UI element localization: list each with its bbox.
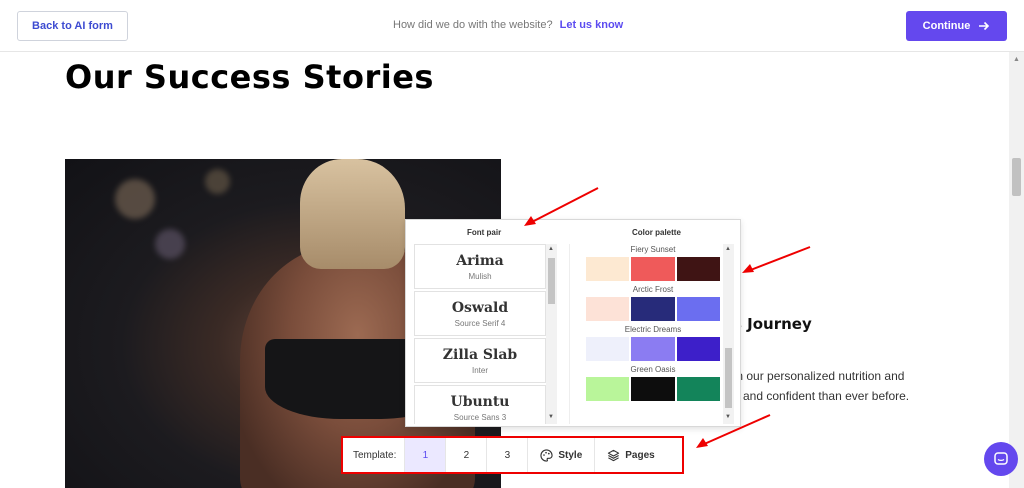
feedback-question: How did we do with the website? [393,19,553,31]
font-secondary-name: Source Serif 4 [454,318,506,328]
color-swatch [676,297,720,321]
style-button[interactable]: Style [527,438,594,472]
scroll-up-icon[interactable]: ▲ [725,246,731,252]
panel-divider [569,244,570,424]
palette-swatches [585,297,721,321]
annotation-arrow-color-palette [742,246,811,273]
font-list-scrollbar[interactable]: ▲ ▼ [546,244,557,424]
palette-name: Electric Dreams [624,325,682,334]
color-swatch [676,257,720,281]
style-label: Style [558,449,583,461]
template-1-button[interactable]: 1 [404,438,446,472]
pages-label: Pages [625,449,655,461]
annotation-arrow-toolbar [696,414,771,448]
template-toolbar: Template: 1 2 3 Style Pages [341,436,684,474]
font-pair-header: Font pair [467,228,502,237]
scroll-up-icon[interactable]: ▲ [1013,56,1020,63]
color-swatch [586,297,630,321]
let-us-know-link[interactable]: Let us know [560,19,624,31]
page-scrollbar[interactable]: ▲ [1009,52,1024,488]
palette-option[interactable]: Fiery Sunset [583,244,723,281]
template-2-button[interactable]: 2 [445,438,486,472]
palette-option[interactable]: Green Oasis [583,364,723,401]
template-3-button[interactable]: 3 [486,438,527,472]
annotation-arrow-font-pair [524,187,599,226]
color-swatch [676,377,720,401]
palette-name: Fiery Sunset [630,245,676,254]
pages-button[interactable]: Pages [594,438,666,472]
color-swatch [631,257,675,281]
color-palette-header: Color palette [632,228,681,237]
top-bar: Back to AI form How did we do with the w… [0,0,1024,52]
arrow-right-icon [979,21,990,31]
font-pair-option[interactable]: Oswald Source Serif 4 [414,291,546,336]
palette-option[interactable]: Electric Dreams [583,324,723,361]
layers-icon [608,449,620,461]
color-swatch [586,377,630,401]
font-secondary-name: Mulish [468,271,492,281]
palette-icon [540,448,553,462]
story-title: s Journey [733,315,812,333]
color-palette-list: Fiery Sunset Arctic Frost Electric Dream… [583,244,723,424]
color-swatch [586,257,630,281]
page-scroll-thumb[interactable] [1012,158,1021,196]
font-main-name: Ubuntu [450,393,510,410]
font-pair-option[interactable]: Zilla Slab Inter [414,338,546,383]
palette-list-scroll-thumb[interactable] [725,348,732,408]
story-text: th our personalized nutrition and d and … [733,366,963,406]
palette-name: Green Oasis [630,365,676,374]
design-panel: Font pair Color palette Arima Mulish Osw… [405,219,741,427]
font-main-name: Arima [456,252,504,269]
chat-icon [994,452,1008,465]
palette-swatches [585,257,721,281]
chat-launcher-button[interactable] [984,442,1018,476]
color-swatch [676,337,720,361]
color-swatch [631,337,675,361]
font-main-name: Oswald [451,299,509,316]
palette-name: Arctic Frost [632,285,674,294]
story-line-2: d and confident than ever before. [733,389,910,403]
color-swatch [631,377,675,401]
color-swatch [586,337,630,361]
back-to-ai-form-button[interactable]: Back to AI form [17,11,128,41]
palette-option[interactable]: Arctic Frost [583,284,723,321]
color-swatch [631,297,675,321]
story-line-1: th our personalized nutrition and [733,369,905,383]
font-list-scroll-thumb[interactable] [548,258,555,304]
palette-list-scrollbar[interactable]: ▲ ▼ [723,244,734,424]
scroll-up-icon[interactable]: ▲ [548,246,554,252]
font-secondary-name: Source Sans 3 [453,412,507,422]
palette-swatches [585,377,721,401]
palette-swatches [585,337,721,361]
font-main-name: Zilla Slab [442,346,518,363]
feedback-prompt: How did we do with the website? Let us k… [393,19,623,31]
font-pair-option[interactable]: Ubuntu Source Sans 3 [414,385,546,424]
font-pair-list: Arima Mulish Oswald Source Serif 4 Zilla… [414,244,558,424]
template-label: Template: [353,449,397,461]
font-secondary-name: Inter [471,365,488,375]
scroll-down-icon[interactable]: ▼ [548,414,554,420]
page-title: Our Success Stories [65,58,434,96]
font-pair-option[interactable]: Arima Mulish [414,244,546,289]
continue-button[interactable]: Continue [906,11,1007,41]
continue-label: Continue [922,20,971,32]
